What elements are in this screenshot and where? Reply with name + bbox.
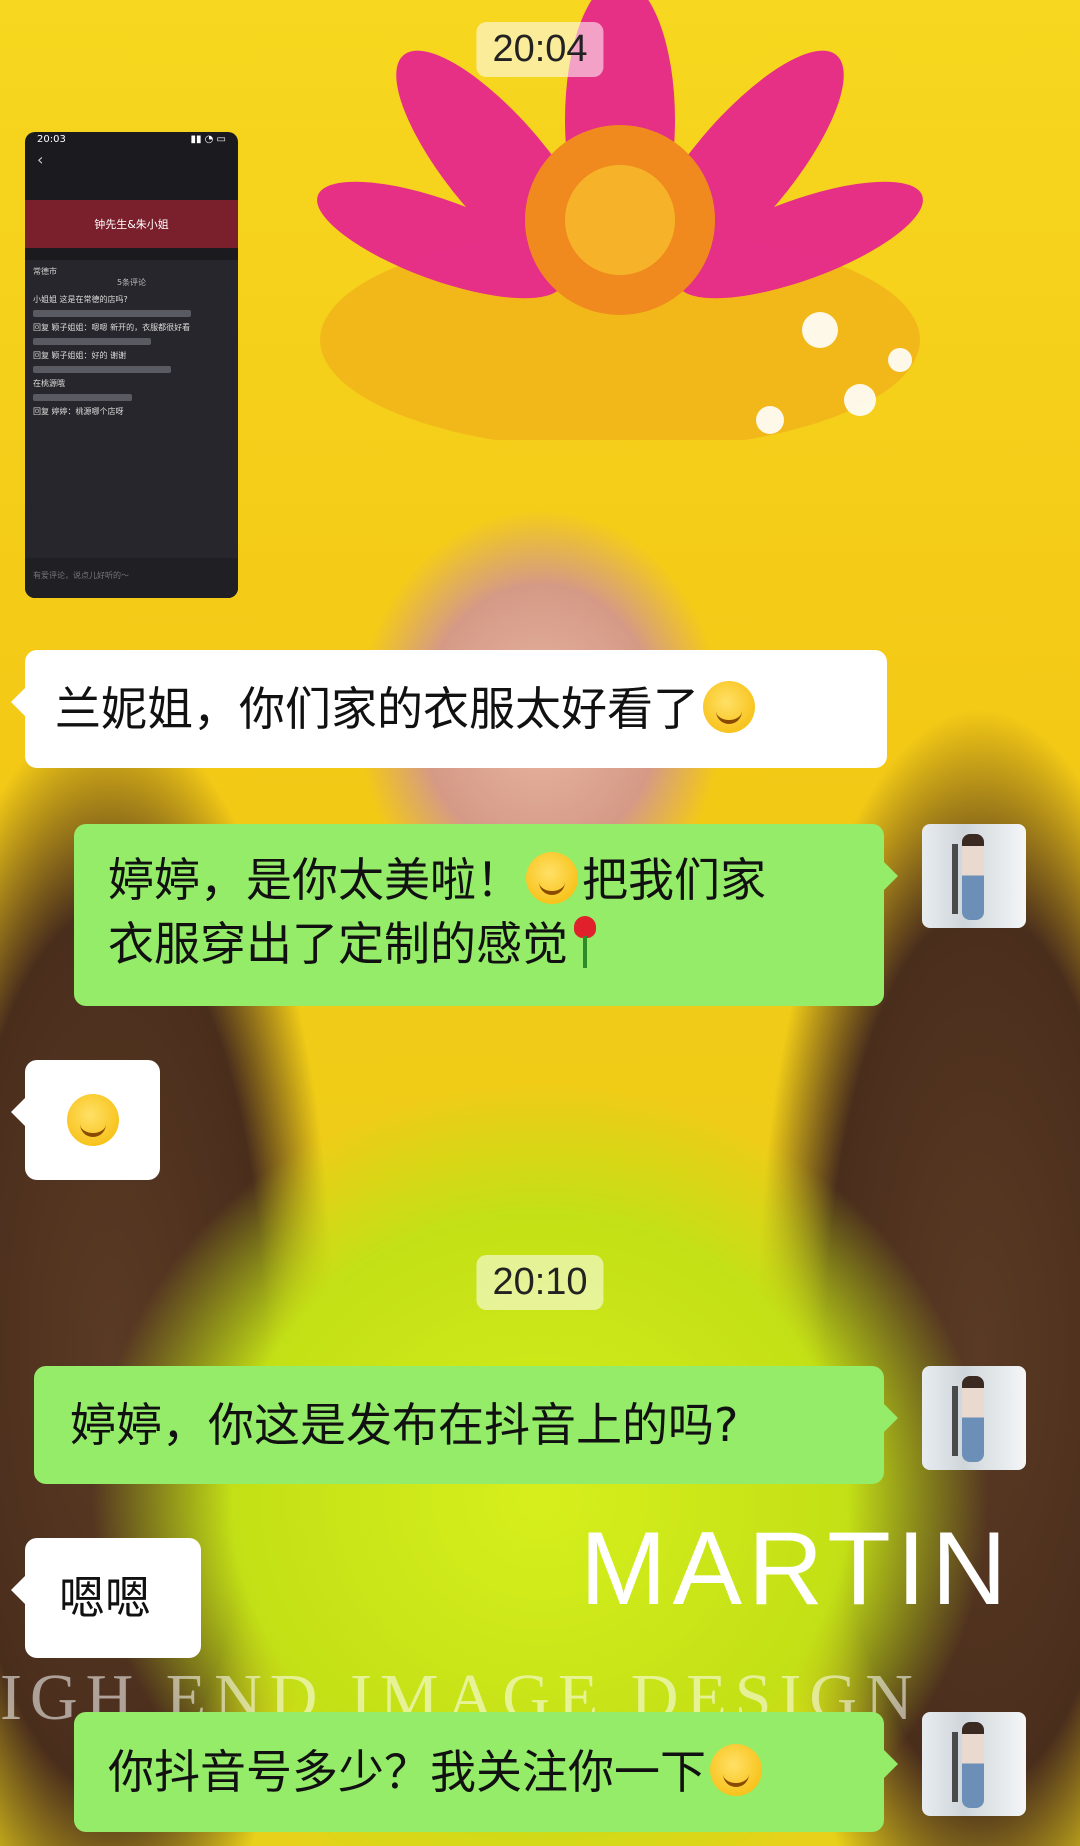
message-line: 婷婷，是你太美啦！ 把我们家 (108, 848, 850, 912)
screenshot-input: 有爱评论，说点儿好听的～ (25, 558, 238, 598)
brand-text: MARTIN (580, 1511, 1013, 1627)
screenshot-comment: 在桃源哦 (33, 379, 65, 388)
avatar-door-frame (952, 844, 958, 914)
timestamp: 20:10 (476, 1255, 604, 1310)
signal-battery-icon: ▮▮ ◔ ▭ (190, 134, 226, 145)
message-text: 兰妮姐，你们家的衣服太好看了 (55, 682, 699, 736)
message-bubble-outgoing[interactable]: 婷婷，是你太美啦！ 把我们家 衣服穿出了定制的感觉 (74, 824, 898, 1006)
shared-screenshot-image[interactable]: 20:03 ▮▮ ◔ ▭ ‹ 钟先生&朱小姐 常德市 5条评论 小姐姐 这是在常… (25, 132, 238, 598)
message-bubble-outgoing[interactable]: 你抖音号多少？我关注你一下 (74, 1712, 898, 1832)
message-line: 衣服穿出了定制的感觉 (108, 912, 850, 976)
smile-emoji-icon (710, 1744, 762, 1796)
message-bubble-incoming[interactable]: 嗯嗯 (11, 1538, 201, 1658)
avatar-self[interactable] (922, 1366, 1026, 1470)
message-text: 衣服穿出了定制的感觉 (108, 917, 568, 971)
message-text: 你抖音号多少？我关注你一下 (108, 1745, 706, 1799)
comment-line (33, 394, 132, 401)
comment-line (33, 338, 152, 345)
screenshot-location: 常德市 (33, 267, 57, 276)
flower-hat-decoration (317, 0, 923, 440)
message-bubble-outgoing[interactable]: 婷婷，你这是发布在抖音上的吗? (34, 1366, 898, 1484)
message-text: 婷婷，你这是发布在抖音上的吗? (70, 1398, 739, 1452)
message-bubble-incoming[interactable] (11, 1060, 160, 1180)
screenshot-comment: 回复 颖子姐姐：好的 谢谢 (33, 351, 127, 360)
crying-laugh-emoji-icon (67, 1094, 119, 1146)
avatar-person (962, 1722, 984, 1808)
screenshot-title-band: 钟先生&朱小姐 (25, 200, 238, 248)
screenshot-comment: 小姐姐 这是在常德的店吗? (33, 295, 128, 304)
screenshot-title: 钟先生&朱小姐 (94, 218, 169, 231)
screenshot-comment: 回复 颖子姐姐：嗯嗯 新开的，衣服都很好看 (33, 323, 191, 332)
timestamp: 20:04 (476, 22, 604, 77)
rose-emoji-icon (568, 914, 602, 970)
message-text: 嗯嗯 (59, 1571, 151, 1625)
message-text: 把我们家 (582, 853, 766, 907)
grin-emoji-icon (703, 681, 755, 733)
screenshot-comment-count: 5条评论 (116, 278, 147, 287)
comment-line (33, 366, 171, 373)
avatar-person (962, 1376, 984, 1462)
message-bubble-incoming[interactable]: 兰妮姐，你们家的衣服太好看了 (11, 650, 887, 768)
back-arrow-icon: ‹ (37, 150, 44, 169)
screenshot-comments-panel: 常德市 5条评论 小姐姐 这是在常德的店吗? 回复 颖子姐姐：嗯嗯 新开的，衣服… (25, 260, 238, 558)
screenshot-comment: 回复 婷婷：桃源哪个店呀 (33, 407, 124, 416)
avatar-self[interactable] (922, 1712, 1026, 1816)
comment-line (33, 310, 191, 317)
avatar-door-frame (952, 1732, 958, 1802)
screenshot-status-time: 20:03 (37, 134, 66, 145)
message-text: 婷婷，是你太美啦！ (108, 853, 522, 907)
avatar-self[interactable] (922, 824, 1026, 928)
avatar-door-frame (952, 1386, 958, 1456)
smile-emoji-icon (526, 852, 578, 904)
avatar-person (962, 834, 984, 920)
screenshot-status-bar: 20:03 ▮▮ ◔ ▭ (25, 132, 238, 150)
